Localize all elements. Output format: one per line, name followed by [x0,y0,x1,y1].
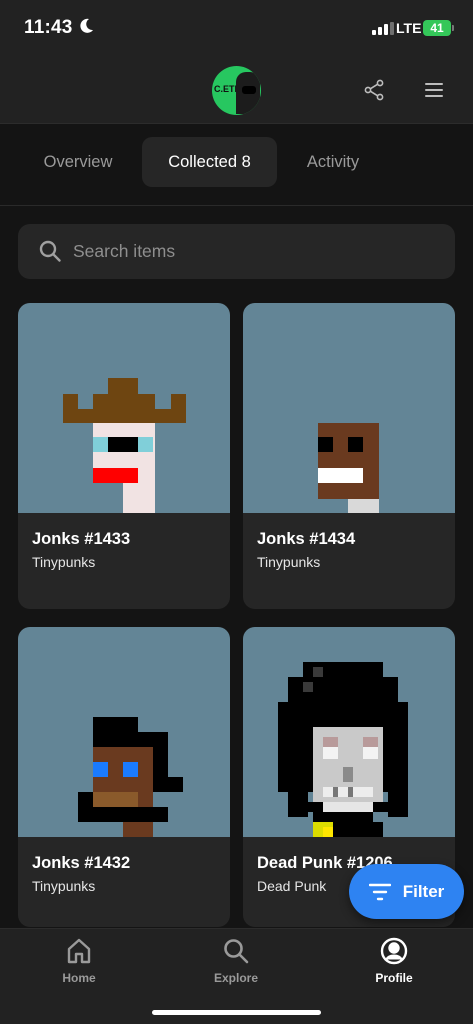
nft-image [18,303,230,513]
profile-icon [380,937,408,965]
nft-image [18,627,230,837]
nft-collection: Tinypunks [257,554,321,570]
status-bar: 11:43 LTE 41 [0,0,473,56]
share-icon[interactable] [362,78,386,102]
cellular-signal-icon [372,22,394,35]
nft-card[interactable]: Jonks #1433 Tinypunks [18,303,230,609]
avatar-mask [242,86,256,94]
explore-search-icon [224,939,249,964]
nav-explore-label: Explore [213,971,258,985]
search-bar[interactable] [18,224,455,279]
avatar[interactable]: C.ETH [212,66,261,115]
search-icon [39,240,61,262]
nav-home-label: Home [62,971,96,985]
nft-collection: Dead Punk [257,878,327,894]
nft-collection: Tinypunks [32,878,96,894]
nft-image [243,303,455,513]
tab-overview[interactable]: Overview [24,137,132,187]
nft-collection: Tinypunks [32,554,96,570]
filter-button[interactable]: Filter [349,864,464,919]
battery-icon: 41 [423,20,454,36]
nft-image [243,627,455,837]
home-indicator [152,1010,321,1015]
nft-name: Jonks #1432 [32,854,131,872]
filter-button-label: Filter [402,881,445,901]
filter-icon [368,883,391,900]
home-icon [67,938,91,964]
profile-header: C.ETH [0,56,473,124]
bottom-nav: Home Explore Profile [0,928,473,1024]
nav-profile-label: Profile [375,971,413,985]
status-time: 11:43 [24,17,73,38]
search-input[interactable] [73,224,433,279]
nft-card[interactable]: Jonks #1434 Tinypunks [243,303,455,609]
tab-collected[interactable]: Collected 8 [142,137,277,187]
nft-name: Jonks #1433 [32,530,131,548]
profile-tabs: Overview Collected 8 Activity [0,124,473,206]
nft-card[interactable]: Jonks #1432 Tinypunks [18,627,230,927]
hamburger-menu-icon[interactable] [422,78,446,102]
battery-level: 41 [430,21,444,35]
do-not-disturb-moon-icon [80,18,93,33]
nft-name: Jonks #1434 [257,530,356,548]
nav-item-explore[interactable]: Explore [186,937,286,985]
nav-item-profile[interactable]: Profile [344,937,444,985]
nav-item-home[interactable]: Home [29,937,129,985]
tab-activity[interactable]: Activity [285,137,381,187]
network-type: LTE [396,20,422,36]
